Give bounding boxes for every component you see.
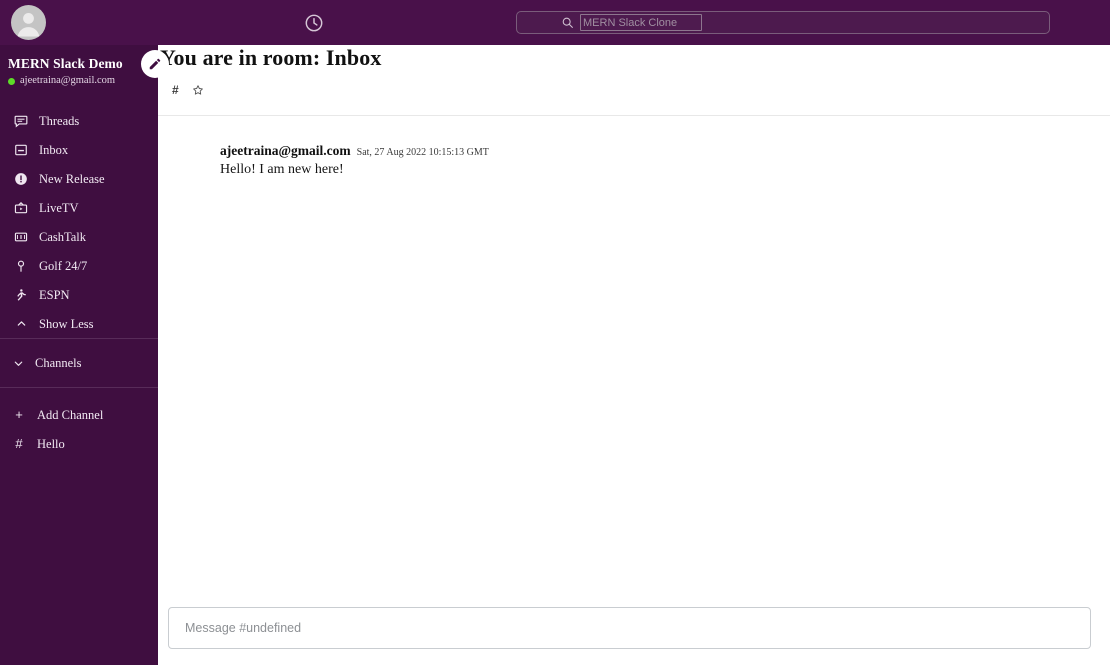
sidebar-divider-bottom: [0, 387, 158, 388]
sidebar: MERN Slack Demo ajeetraina@gmail.com Thr…: [0, 45, 169, 665]
chevron-up-icon: [13, 316, 29, 332]
add-channel-button[interactable]: + Add Channel: [0, 400, 158, 429]
message-text: Hello! I am new here!: [220, 162, 344, 177]
inbox-icon: [13, 142, 29, 158]
channel-item-hello[interactable]: # Hello: [0, 429, 158, 458]
message-input[interactable]: [169, 608, 1090, 648]
sidebar-item-label: Show Less: [39, 316, 94, 331]
hash-icon: #: [15, 436, 23, 451]
sidebar-item-livetv[interactable]: LiveTV: [0, 193, 158, 222]
sidebar-item-golf[interactable]: Golf 24/7: [0, 251, 158, 280]
compose-message-button[interactable]: [141, 50, 169, 78]
sidebar-item-label: Golf 24/7: [39, 258, 88, 273]
sidebar-item-inbox[interactable]: Inbox: [0, 135, 158, 164]
sidebar-nav: Threads Inbox New Release LiveTV CashTal…: [0, 106, 158, 338]
channel-list: + Add Channel # Hello: [0, 400, 158, 458]
top-bar: [0, 0, 1110, 45]
sidebar-item-label: Inbox: [39, 142, 69, 157]
sidebar-item-threads[interactable]: Threads: [0, 106, 158, 135]
workspace-name: MERN Slack Demo: [8, 56, 123, 71]
sidebar-item-show-less[interactable]: Show Less: [0, 309, 158, 338]
slack-clone-app: MERN Slack Demo ajeetraina@gmail.com: [0, 0, 1110, 665]
sidebar-item-label: LiveTV: [39, 200, 79, 215]
message-composer[interactable]: [168, 607, 1091, 649]
plus-icon: +: [15, 407, 23, 422]
new-release-icon: [13, 171, 29, 187]
user-email: ajeetraina@gmail.com: [20, 75, 116, 86]
channels-section-header[interactable]: Channels: [0, 339, 158, 387]
channels-section-label: Channels: [35, 356, 82, 370]
online-status-dot: [8, 77, 15, 85]
search-input[interactable]: [580, 14, 702, 31]
search-icon: [561, 16, 574, 29]
sidebar-item-label: ESPN: [39, 287, 70, 302]
clock-icon[interactable]: [303, 12, 325, 34]
sidebar-item-label: New Release: [39, 171, 105, 186]
search-bar[interactable]: [516, 11, 1050, 34]
chevron-down-icon: [10, 358, 26, 369]
sidebar-item-new-release[interactable]: New Release: [0, 164, 158, 193]
star-outline-icon[interactable]: [192, 84, 204, 96]
message-header: ajeetraina@gmail.com Sat, 27 Aug 2022 10…: [220, 143, 1110, 160]
hash-icon: #: [172, 83, 179, 97]
add-channel-label: Add Channel: [37, 407, 104, 422]
live-tv-icon: [13, 200, 29, 216]
golf-icon: [13, 258, 29, 274]
sidebar-item-espn[interactable]: ESPN: [0, 280, 158, 309]
message-list: ajeetraina@gmail.com Sat, 27 Aug 2022 10…: [158, 116, 1110, 591]
sidebar-item-label: Threads: [39, 113, 80, 128]
workspace-user: ajeetraina@gmail.com: [8, 74, 158, 88]
cash-talk-icon: [13, 229, 29, 245]
threads-icon: [13, 113, 29, 129]
espn-icon: [13, 287, 29, 303]
message-author: ajeetraina@gmail.com: [220, 143, 351, 158]
workspace-header: MERN Slack Demo ajeetraina@gmail.com: [0, 45, 169, 93]
page-title: You are in room: Inbox: [160, 45, 382, 70]
user-avatar[interactable]: [11, 5, 46, 40]
main-content: You are in room: Inbox # ajeetraina@gmai…: [158, 45, 1110, 665]
channel-meta: #: [172, 83, 204, 97]
message-item: ajeetraina@gmail.com Sat, 27 Aug 2022 10…: [158, 116, 1110, 179]
message-timestamp: Sat, 27 Aug 2022 10:15:13 GMT: [356, 147, 489, 158]
channel-item-label: Hello: [37, 436, 65, 451]
sidebar-item-label: CashTalk: [39, 229, 87, 244]
sidebar-item-cashtalk[interactable]: CashTalk: [0, 222, 158, 251]
